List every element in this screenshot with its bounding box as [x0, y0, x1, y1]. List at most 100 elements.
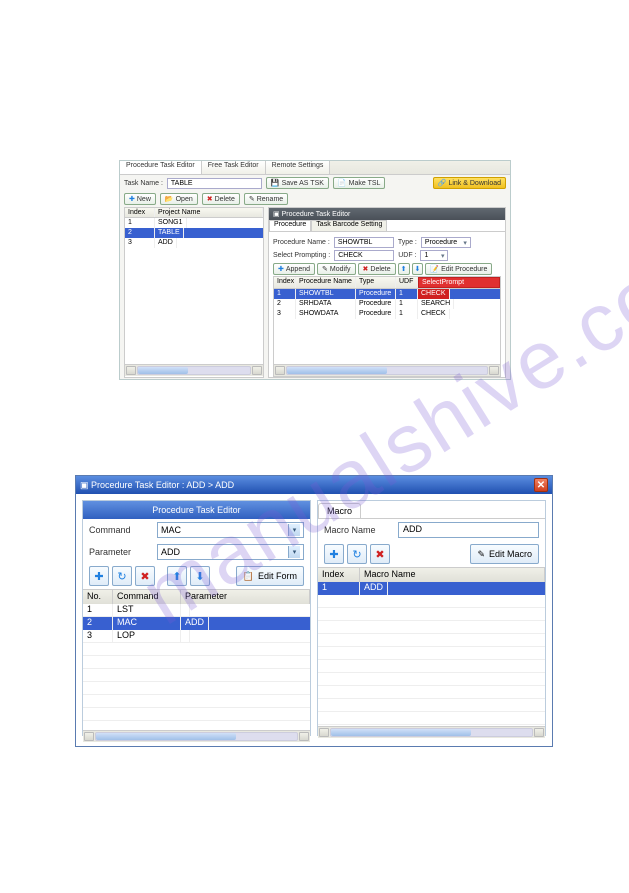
down-button[interactable]: ⬇ — [190, 566, 210, 586]
procedure-name-input[interactable]: SHOWTBL — [334, 237, 394, 248]
command-editor-pane: Procedure Task Editor Command MAC▾ Param… — [82, 500, 311, 736]
task-name-input[interactable]: TABLE — [167, 178, 262, 189]
tab-task-barcode[interactable]: Task Barcode Setting — [311, 220, 387, 231]
window-title: Procedure Task Editor : ADD > ADD — [91, 480, 234, 490]
procedure-name-label: Procedure Name : — [273, 239, 330, 246]
project-list-panel: Index Project Name 1SONG1 2TABLE 3ADD — [124, 207, 264, 378]
edit-form-button[interactable]: 📋Edit Form — [236, 566, 304, 586]
modify-button[interactable]: ✎Modify — [317, 263, 356, 275]
arrow-down-icon: ⬇ — [415, 265, 421, 273]
col-macro-name[interactable]: Macro Name — [360, 568, 545, 582]
modify-icon: ✎ — [322, 265, 328, 273]
macro-name-input[interactable]: ADD — [398, 522, 539, 538]
delete-button[interactable]: ✖ — [135, 566, 155, 586]
type-select[interactable]: Procedure▾ — [421, 237, 471, 248]
select-prompting-input[interactable]: CHECK — [334, 250, 394, 261]
col-project-name[interactable]: Project Name — [155, 208, 263, 217]
table-row[interactable]: 2SRHDATAProcedure1SEARCH — [274, 299, 500, 309]
refresh-icon: ↻ — [352, 548, 361, 561]
chevron-down-icon: ▾ — [441, 252, 445, 259]
table-row[interactable]: 1SHOWTBLProcedure1CHECK — [274, 289, 500, 299]
edit-procedure-button[interactable]: 📝Edit Procedure — [425, 263, 492, 275]
tab-procedure-task-editor[interactable]: Procedure Task Editor — [120, 161, 202, 174]
plus-icon: ✚ — [94, 570, 103, 583]
append-button[interactable]: ✚Append — [273, 263, 315, 275]
col-type[interactable]: Type — [356, 277, 396, 288]
refresh-macro-button[interactable]: ↻ — [347, 544, 367, 564]
edit-macro-button[interactable]: ✎Edit Macro — [470, 544, 539, 564]
table-row[interactable]: 3LOP — [83, 630, 310, 643]
pane-title: Procedure Task Editor — [83, 501, 310, 519]
task-name-label: Task Name : — [124, 180, 163, 187]
col-macro-index[interactable]: Index — [318, 568, 360, 582]
col-no[interactable]: No. — [83, 590, 113, 604]
window-titlebar: ▣ Procedure Task Editor : ADD > ADD ✕ — [76, 476, 552, 494]
app-icon: ▣ — [80, 480, 89, 491]
col-command[interactable]: Command — [113, 590, 181, 604]
col-procedure-name[interactable]: Procedure Name — [296, 277, 356, 288]
table-row[interactable]: 3ADD — [125, 238, 263, 248]
macro-pane: Macro Macro Name ADD ✚ ↻ ✖ ✎Edit Macro I… — [317, 500, 546, 736]
parameter-select[interactable]: ADD▾ — [157, 544, 304, 560]
table-row[interactable]: 3SHOWDATAProcedure1CHECK — [274, 309, 500, 319]
tab-procedure[interactable]: Procedure — [269, 220, 311, 231]
col-index[interactable]: Index — [125, 208, 155, 217]
delete-icon: ✖ — [207, 195, 213, 203]
open-icon: 📂 — [165, 195, 174, 203]
window-icon: ▣ — [273, 210, 280, 218]
new-button[interactable]: ✚New — [124, 193, 156, 205]
col-udf[interactable]: UDF — [396, 277, 418, 288]
table-row[interactable]: 2TABLE — [125, 228, 263, 238]
tab-macro[interactable]: Macro — [318, 503, 361, 518]
down-button[interactable]: ⬇ — [412, 263, 424, 275]
refresh-icon: ↻ — [117, 570, 126, 583]
command-label: Command — [89, 525, 151, 535]
udf-select[interactable]: 1▾ — [420, 250, 448, 261]
main-tabs: Procedure Task Editor Free Task Editor R… — [120, 161, 510, 175]
up-button[interactable]: ⬆ — [398, 263, 410, 275]
close-button[interactable]: ✕ — [534, 478, 548, 492]
rename-icon: ✎ — [249, 195, 255, 203]
bottom-window: ▣ Procedure Task Editor : ADD > ADD ✕ Pr… — [75, 475, 553, 747]
command-select[interactable]: MAC▾ — [157, 522, 304, 538]
scrollbar-h[interactable] — [125, 364, 263, 376]
col-parameter[interactable]: Parameter — [181, 590, 310, 604]
make-icon: 📄 — [338, 179, 347, 187]
chevron-down-icon: ▾ — [288, 524, 300, 536]
scrollbar-h[interactable] — [274, 364, 500, 376]
tab-remote-settings[interactable]: Remote Settings — [266, 161, 331, 174]
macro-name-label: Macro Name — [324, 525, 392, 535]
edit-icon: 📝 — [430, 265, 439, 273]
table-row[interactable]: 1ADD — [318, 582, 545, 595]
delete-macro-button[interactable]: ✖ — [370, 544, 390, 564]
delete-icon: ✖ — [363, 265, 369, 273]
form-icon: 📋 — [243, 571, 254, 582]
type-label: Type : — [398, 239, 417, 246]
parameter-label: Parameter — [89, 547, 151, 557]
scrollbar-h[interactable] — [318, 726, 545, 738]
select-prompting-label: Select Prompting : — [273, 252, 330, 259]
delete-button[interactable]: ✖Delete — [202, 193, 240, 205]
add-button[interactable]: ✚ — [89, 566, 109, 586]
table-row[interactable]: 2MACADD — [83, 617, 310, 630]
delete-icon: ✖ — [140, 570, 149, 583]
rename-button[interactable]: ✎Rename — [244, 193, 288, 205]
save-as-tsk-button[interactable]: 💾Save AS TSK — [266, 177, 329, 189]
save-icon: 💾 — [271, 179, 280, 187]
open-button[interactable]: 📂Open — [160, 193, 198, 205]
table-row[interactable]: 1SONG1 — [125, 218, 263, 228]
col-select-prompt[interactable]: SelectPrompt — [418, 277, 500, 288]
delete-button-2[interactable]: ✖Delete — [358, 263, 396, 275]
tab-free-task-editor[interactable]: Free Task Editor — [202, 161, 266, 174]
make-tsl-button[interactable]: 📄Make TSL — [333, 177, 386, 189]
table-row[interactable]: 1LST — [83, 604, 310, 617]
plus-icon: ✚ — [278, 265, 284, 273]
col-index[interactable]: Index — [274, 277, 296, 288]
add-macro-button[interactable]: ✚ — [324, 544, 344, 564]
plus-icon: ✚ — [129, 195, 135, 203]
up-button[interactable]: ⬆ — [167, 566, 187, 586]
refresh-button[interactable]: ↻ — [112, 566, 132, 586]
link-icon: 🔗 — [438, 179, 447, 187]
link-download-button[interactable]: 🔗Link & Download — [433, 177, 506, 189]
scrollbar-h[interactable] — [83, 730, 310, 742]
